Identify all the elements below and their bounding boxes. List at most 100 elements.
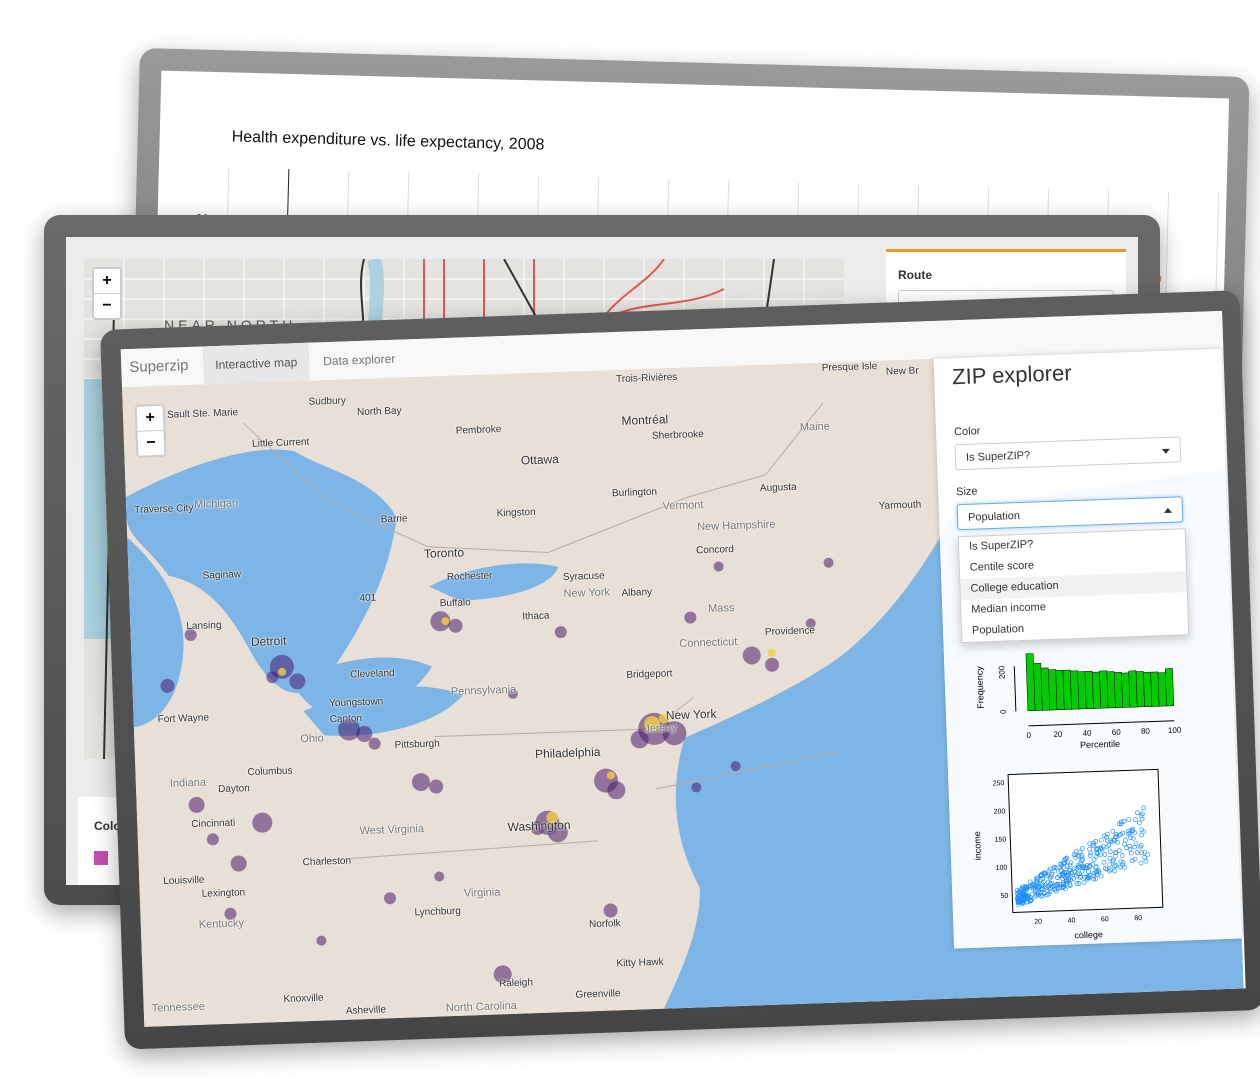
size-select[interactable]: Population: [956, 496, 1184, 531]
map-label-virginia: Virginia: [463, 886, 501, 900]
brand[interactable]: Superzip: [129, 357, 189, 376]
scatter-x-tick: 20: [1034, 918, 1042, 925]
scatter-plot-frame: [1007, 768, 1164, 914]
front-zoom-in-button[interactable]: +: [136, 405, 164, 432]
scatter-y-tick: 250: [993, 780, 1005, 787]
map-label-philadelphia: Philadelphia: [534, 744, 601, 762]
histogram-y-axis: [1013, 666, 1017, 712]
size-label: Size: [955, 485, 978, 499]
map-label-trois-rivieres: Trois-Rivières: [615, 371, 678, 386]
map-label-west-virginia: West Virginia: [359, 822, 425, 838]
front-window-screen: Superzip Interactive map Data explorer +…: [120, 310, 1246, 1027]
scatter-y-tick: 150: [995, 836, 1007, 843]
map-label-syracuse: Syracuse: [562, 570, 605, 583]
map-label-lynchburg: Lynchburg: [414, 905, 462, 919]
map-label-lansing: Lansing: [186, 619, 222, 633]
scatter-y-tick: 100: [996, 865, 1008, 872]
map-label-rochester: Rochester: [446, 570, 493, 584]
map-label-presque-isle: Presque Isle: [821, 360, 878, 374]
scatter-x-tick: 40: [1068, 917, 1076, 924]
size-select-value: Population: [967, 510, 1021, 524]
mid-zoom-in-button[interactable]: +: [94, 269, 120, 294]
scatter-x-tick: 60: [1101, 916, 1109, 923]
front-window: Superzip Interactive map Data explorer +…: [100, 290, 1260, 1050]
histogram-bar: [1025, 653, 1036, 712]
map-label-augusta: Augusta: [759, 481, 797, 495]
histogram-x-tick: 100: [1168, 725, 1182, 734]
map-label-sherbrooke: Sherbrooke: [651, 428, 704, 442]
map-label-greenville: Greenville: [575, 988, 621, 1001]
scatter-y-label: income: [972, 831, 983, 860]
map-label-detroit: Detroit: [250, 633, 287, 649]
map-label-buffalo: Buffalo: [439, 597, 471, 610]
map-label-cincinnati: Cincinnati: [191, 817, 236, 831]
scatter-chart: 20 40 60 80 50 100 150 200 250 college income: [972, 768, 1164, 940]
mid-zoom-out-button[interactable]: −: [94, 294, 120, 318]
histogram-x-tick: 80: [1141, 727, 1151, 736]
histogram-y-label: Frequency: [974, 666, 985, 709]
map-label-new-brunswick: New Br: [885, 365, 919, 378]
map-label-concord: Concord: [695, 544, 735, 557]
histogram-bar: [1121, 672, 1131, 708]
map-label-north-bay: North Bay: [356, 405, 402, 419]
zip-explorer-panel[interactable]: ZIP explorer Color Is SuperZIP? Size Pop…: [933, 348, 1242, 949]
histogram-y-tick: 0: [999, 709, 1008, 714]
map-label-vermont: Vermont: [662, 499, 704, 513]
scatter-y-tick: 200: [994, 808, 1006, 815]
scatter-x-tick: 80: [1134, 915, 1142, 922]
histogram-bar: [1143, 671, 1153, 708]
map-label-new-jersey: Jersey: [644, 722, 677, 736]
histogram-x-axis: [1028, 720, 1175, 727]
chevron-up-icon: [1163, 507, 1173, 513]
map-label-barrie: Barrie: [380, 513, 408, 526]
legend-swatch: [94, 851, 108, 865]
histogram-x-tick: 20: [1053, 730, 1063, 739]
map-label-asheville: Asheville: [345, 1004, 387, 1017]
map-label-montreal: Montréal: [621, 412, 669, 428]
histogram-bar: [1150, 671, 1160, 707]
histogram-x-tick: 60: [1112, 728, 1122, 737]
map-label-youngstown: Youngstown: [328, 696, 384, 710]
map-label-north-carolina: North Carolina: [445, 999, 517, 1015]
map-label-knoxville: Knoxville: [283, 992, 324, 1006]
front-zoom-control: + −: [134, 403, 167, 458]
map-label-yarmouth: Yarmouth: [878, 499, 922, 512]
map-label-columbus: Columbus: [247, 765, 293, 779]
map-label-ottawa: Ottawa: [520, 452, 560, 468]
map-label-norfolk: Norfolk: [588, 918, 621, 931]
map-label-kentucky: Kentucky: [198, 917, 245, 931]
map-label-traverse-city: Traverse City: [134, 502, 194, 516]
map-label-pennsylvania: Pennsylvania: [450, 683, 517, 698]
map-label-sudbury: Sudbury: [308, 395, 347, 408]
map-label-saginaw: Saginaw: [202, 569, 242, 582]
map-label-kingston: Kingston: [496, 506, 536, 520]
map-label-new-york-city: New York: [665, 706, 717, 723]
map-label-charleston: Charleston: [302, 855, 352, 869]
tab-data-explorer[interactable]: Data explorer: [311, 339, 408, 380]
map-label-albany: Albany: [621, 586, 653, 599]
map-label-dayton: Dayton: [217, 783, 250, 796]
histogram-bar: [1164, 668, 1175, 707]
map-label-toronto: Toronto: [423, 545, 465, 561]
map-label-massachusetts: Mass: [707, 602, 735, 615]
map-label-lexington: Lexington: [201, 887, 246, 900]
panel-title: ZIP explorer: [951, 360, 1072, 390]
chevron-down-icon: [1161, 448, 1170, 455]
map-label-maine: Maine: [799, 420, 830, 434]
map-label-pittsburgh: Pittsburgh: [394, 738, 440, 751]
color-select[interactable]: Is SuperZIP?: [954, 436, 1182, 471]
scatter-y-tick: 50: [1000, 893, 1008, 900]
map-label-ithaca: Ithaca: [522, 610, 550, 623]
histogram-x-tick: 0: [1026, 731, 1031, 740]
map-label-burlington: Burlington: [611, 486, 658, 500]
map-label-little-current: Little Current: [251, 436, 310, 450]
map-label-connecticut: Connecticut: [679, 635, 738, 650]
map-label-kitty-hawk: Kitty Hawk: [616, 956, 664, 970]
scatter-x-label: college: [1074, 929, 1103, 940]
front-zoom-out-button[interactable]: −: [138, 431, 165, 456]
map-label-washington: Washington: [507, 817, 571, 835]
histogram-chart: 0 20 40 60 80 100 0 200 Percentile Frequency: [974, 653, 1182, 750]
histogram-x-label: Percentile: [1080, 739, 1120, 750]
tab-interactive-map[interactable]: Interactive map: [202, 342, 310, 385]
map-label-pembroke: Pembroke: [455, 424, 502, 437]
